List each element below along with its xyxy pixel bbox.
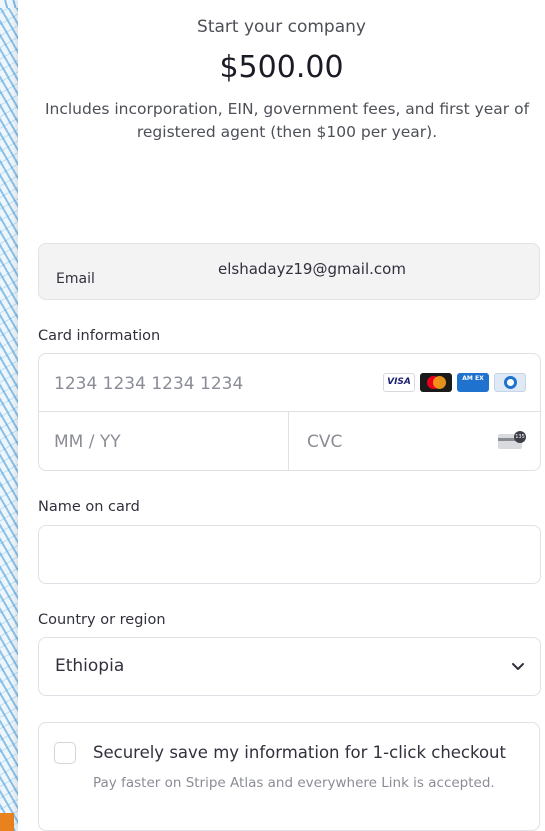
card-number-input[interactable]: 1234 1234 1234 1234 VISA AM EX (39, 354, 540, 412)
save-information-title[interactable]: Securely save my information for 1-click… (93, 743, 506, 762)
card-information-label: Card information (38, 328, 161, 344)
card-cvc-placeholder: CVC (307, 432, 343, 452)
card-expiry-input[interactable]: MM / YY (39, 412, 289, 470)
cvc-badge: 135 (514, 431, 526, 443)
country-select[interactable]: Ethiopia (38, 637, 541, 696)
visa-icon: VISA (383, 373, 415, 392)
chevron-down-icon (512, 663, 524, 670)
email-value[interactable]: elshadayz19@gmail.com (218, 260, 406, 278)
email-label: Email (56, 271, 95, 287)
mastercard-icon (420, 373, 452, 392)
diners-icon (494, 373, 526, 392)
price: $500.00 (219, 50, 344, 85)
name-on-card-input[interactable] (38, 525, 541, 584)
name-on-card-label: Name on card (38, 499, 140, 515)
card-brands: VISA AM EX (383, 373, 526, 392)
product-description: Includes incorporation, EIN, government … (44, 100, 530, 141)
save-information-subtitle: Pay faster on Stripe Atlas and everywher… (93, 775, 495, 791)
country-selected-value: Ethiopia (55, 656, 125, 676)
cvc-card-icon: 135 (498, 431, 526, 450)
country-label: Country or region (38, 612, 166, 628)
card-number-placeholder: 1234 1234 1234 1234 (54, 374, 244, 394)
product-name: Start your company (197, 17, 366, 37)
amex-icon: AM EX (457, 373, 489, 392)
card-expiry-placeholder: MM / YY (54, 432, 121, 452)
background-accent (0, 813, 14, 831)
save-information-box: Securely save my information for 1-click… (38, 722, 540, 831)
checkout-panel: Start your company $500.00 Includes inco… (18, 0, 545, 831)
card-cvc-input[interactable]: CVC 135 (289, 412, 540, 470)
email-field[interactable]: Email elshadayz19@gmail.com (38, 243, 540, 300)
card-information-group: 1234 1234 1234 1234 VISA AM EX MM / YY C… (38, 353, 541, 471)
save-information-checkbox[interactable] (54, 742, 76, 764)
